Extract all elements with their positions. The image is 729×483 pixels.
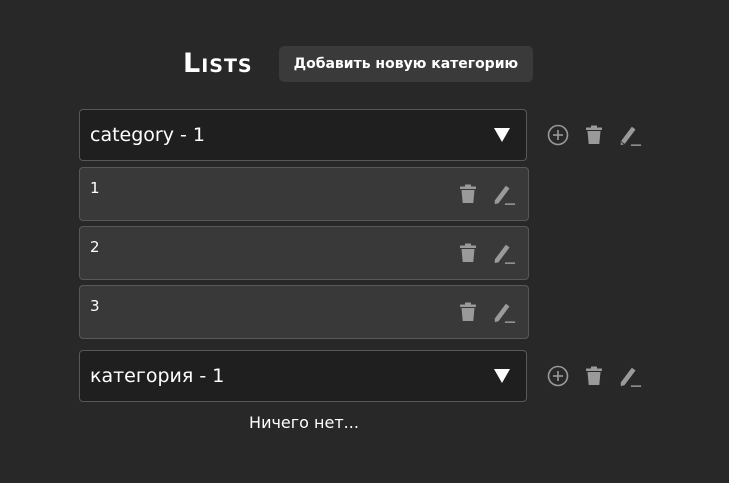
pencil-icon[interactable] xyxy=(492,182,516,206)
caret-down-icon[interactable] xyxy=(494,369,510,383)
category-row: category - 1 xyxy=(79,108,679,162)
item-actions xyxy=(456,300,516,324)
category-actions xyxy=(546,123,642,147)
item-name: 2 xyxy=(90,238,100,256)
trash-icon[interactable] xyxy=(456,182,480,206)
page-title: Lists xyxy=(183,48,253,79)
trash-icon[interactable] xyxy=(456,300,480,324)
item-name: 3 xyxy=(90,297,100,315)
caret-down-icon[interactable] xyxy=(494,128,510,142)
empty-state-text: Ничего нет... xyxy=(249,413,359,432)
category-header[interactable]: category - 1 xyxy=(79,109,527,161)
category-actions xyxy=(546,364,642,388)
pencil-icon[interactable] xyxy=(618,123,642,147)
item-name: 1 xyxy=(90,179,100,197)
list-item[interactable]: 2 xyxy=(79,226,529,280)
category-name: категория - 1 xyxy=(90,365,225,387)
trash-icon[interactable] xyxy=(456,241,480,265)
list-item[interactable]: 3 xyxy=(79,285,529,339)
add-category-button[interactable]: Добавить новую категорию xyxy=(278,46,534,82)
header: Lists Добавить новую категорию xyxy=(183,46,534,82)
item-actions xyxy=(456,241,516,265)
app: Lists Добавить новую категорию category … xyxy=(0,0,729,483)
pencil-icon[interactable] xyxy=(618,364,642,388)
category-name: category - 1 xyxy=(90,124,205,146)
item-actions xyxy=(456,182,516,206)
category-header[interactable]: категория - 1 xyxy=(79,350,527,402)
trash-icon[interactable] xyxy=(582,364,606,388)
trash-icon[interactable] xyxy=(582,123,606,147)
category-list: category - 1 1 2 3 категория - 1 Ничего … xyxy=(79,108,679,432)
plus-circle-icon[interactable] xyxy=(546,123,570,147)
list-item[interactable]: 1 xyxy=(79,167,529,221)
pencil-icon[interactable] xyxy=(492,300,516,324)
category-row: категория - 1 xyxy=(79,349,679,403)
plus-circle-icon[interactable] xyxy=(546,364,570,388)
pencil-icon[interactable] xyxy=(492,241,516,265)
